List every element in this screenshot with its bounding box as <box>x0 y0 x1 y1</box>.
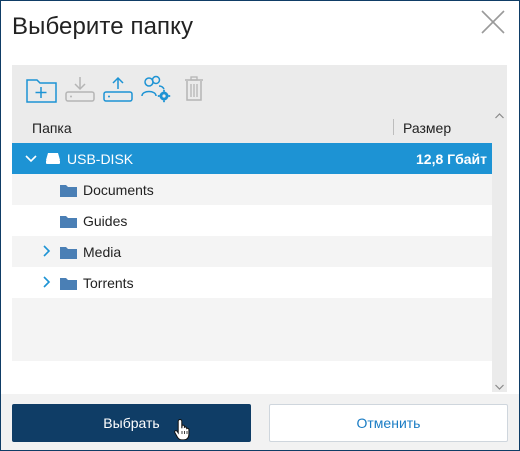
folder-icon <box>60 247 77 259</box>
column-header-folder[interactable]: Папка <box>32 120 72 136</box>
list-item-size: 12,8 Гбайт <box>416 151 487 167</box>
scroll-up-icon[interactable] <box>495 113 504 119</box>
table-row[interactable]: Torrents <box>12 267 492 298</box>
new-folder-icon[interactable] <box>25 74 59 104</box>
chevron-right-icon[interactable] <box>40 245 52 257</box>
folder-browser-panel: Папка Размер USB-DISK 12,8 Гбайт Documen… <box>12 65 507 392</box>
scroll-down-icon[interactable] <box>495 384 504 390</box>
select-button[interactable]: Выбрать <box>12 404 251 442</box>
vertical-scrollbar[interactable] <box>492 111 507 392</box>
folder-icon <box>60 216 77 228</box>
cancel-button[interactable]: Отменить <box>269 404 508 442</box>
dialog-title: Выберите папку <box>12 13 194 40</box>
list-empty-area <box>12 361 492 392</box>
list-item-label: Guides <box>83 213 128 229</box>
table-row[interactable]: Media <box>12 236 492 267</box>
hand-cursor-icon <box>174 418 190 440</box>
chevron-right-icon[interactable] <box>40 276 52 288</box>
upload-icon[interactable] <box>101 74 135 104</box>
list-header: Папка Размер <box>12 111 492 143</box>
table-row[interactable]: USB-DISK 12,8 Гбайт <box>12 143 492 174</box>
column-header-size[interactable]: Размер <box>403 120 451 136</box>
list-item-label: Documents <box>83 182 154 198</box>
table-row[interactable]: Documents <box>12 174 492 205</box>
folder-icon <box>60 278 77 290</box>
folder-list: Папка Размер USB-DISK 12,8 Гбайт Documen… <box>12 111 492 392</box>
list-empty-area <box>12 298 492 361</box>
table-row[interactable]: Guides <box>12 205 492 236</box>
folder-icon <box>60 185 77 197</box>
close-icon[interactable] <box>479 8 507 36</box>
list-item-label: Media <box>83 244 122 260</box>
trash-icon[interactable] <box>177 74 211 104</box>
download-icon[interactable] <box>63 74 97 104</box>
list-item-label: Torrents <box>83 275 134 291</box>
user-settings-icon[interactable] <box>139 74 173 104</box>
column-divider <box>393 119 394 135</box>
drive-icon <box>46 153 60 164</box>
chevron-down-icon[interactable] <box>25 152 37 164</box>
list-item-label: USB-DISK <box>67 151 134 167</box>
dialog-footer: Выбрать Отменить <box>1 394 519 450</box>
select-folder-dialog: Выберите папку Папка Размер USB-DISK 12,… <box>0 0 520 451</box>
